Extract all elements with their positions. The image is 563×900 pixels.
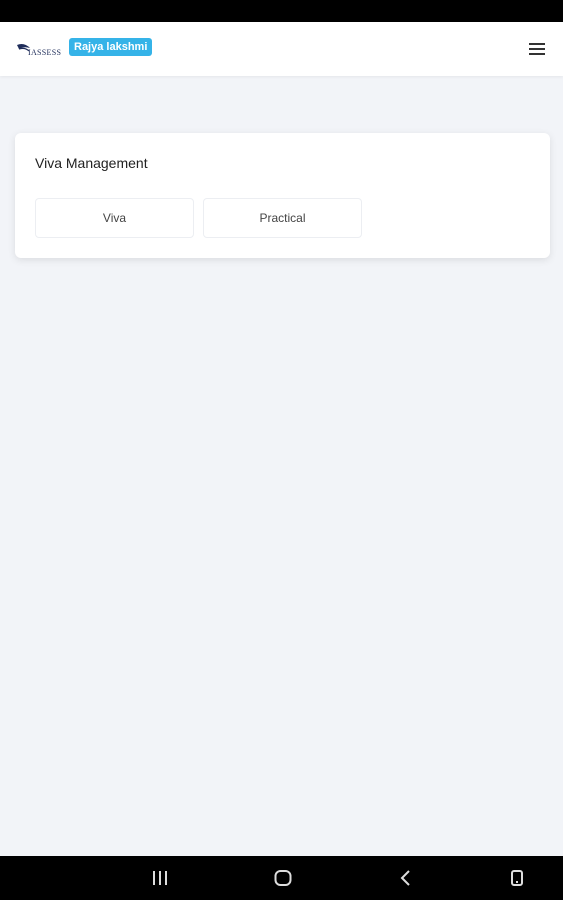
android-navigation-bar xyxy=(0,856,563,900)
home-icon[interactable] xyxy=(273,868,293,888)
viva-button[interactable]: Viva xyxy=(35,198,194,238)
rotate-icon[interactable] xyxy=(507,868,527,888)
user-name-badge: Rajya lakshmi xyxy=(69,38,153,56)
card-title: Viva Management xyxy=(35,155,148,171)
recent-apps-icon[interactable] xyxy=(150,868,170,888)
hamburger-menu-icon[interactable] xyxy=(526,39,548,59)
status-bar xyxy=(0,0,563,22)
viva-management-card: Viva Management Viva Practical xyxy=(15,133,550,258)
back-icon[interactable] xyxy=(396,868,416,888)
practical-button[interactable]: Practical xyxy=(203,198,362,238)
logo-text: IASSESS xyxy=(28,48,62,57)
